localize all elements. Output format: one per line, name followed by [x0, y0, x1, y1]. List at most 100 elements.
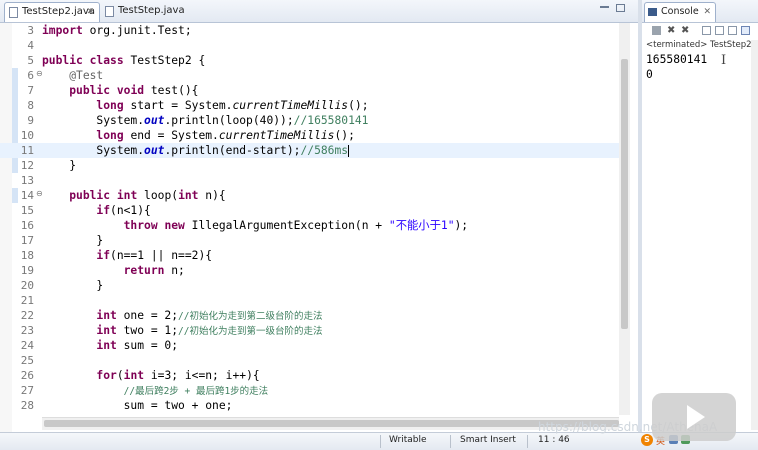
line-number: 24	[20, 339, 34, 352]
console-toolbar: ✖ ✖	[642, 23, 758, 39]
remove-all-icon[interactable]: ✖	[681, 26, 690, 36]
insert-mode-status: Smart Insert	[460, 435, 516, 445]
terminate-icon[interactable]	[652, 26, 661, 35]
line-number: 6	[27, 69, 34, 82]
cursor-position: 11 : 46	[538, 435, 570, 445]
line-number: 12	[20, 159, 34, 172]
clear-console-icon[interactable]	[702, 26, 711, 35]
console-tab-bar: Console ✕	[642, 0, 758, 23]
console-icon	[648, 8, 657, 16]
line-number: 18	[20, 249, 34, 262]
text-caret	[348, 145, 350, 157]
console-view[interactable]: Console ✕ ✖ ✖ <terminated> TestStep2 [JU…	[642, 0, 758, 432]
line-number: 13	[20, 174, 34, 187]
editor-tab-bar: TestStep2.java ✕ TestStep.java	[0, 0, 638, 23]
line-number: 4	[27, 39, 34, 52]
scroll-lock-icon[interactable]	[715, 26, 724, 35]
line-number: 9	[27, 114, 34, 127]
tab-teststep2[interactable]: TestStep2.java ✕	[4, 2, 100, 22]
code-text: throw new IllegalArgumentException(n + "…	[123, 219, 469, 232]
minimize-icon[interactable]	[600, 6, 609, 8]
code-line: 4	[0, 38, 630, 53]
text-cursor-icon: I	[721, 53, 727, 68]
pin-console-icon[interactable]	[741, 26, 750, 35]
code-text: @Test	[69, 69, 104, 82]
code-line: 24 int sum = 0;	[0, 338, 630, 353]
close-tab-icon[interactable]: ✕	[86, 3, 94, 21]
line-number: 5	[27, 54, 34, 67]
line-number: 10	[20, 129, 34, 142]
java-file-icon	[9, 7, 18, 18]
maximize-icon[interactable]	[616, 4, 625, 12]
console-tab-label: Console	[661, 6, 699, 17]
code-line: 27 //最后跨2步 + 最后跨1步的走法	[0, 383, 630, 398]
code-text: return n;	[123, 264, 185, 277]
horizontal-scroll-thumb[interactable]	[44, 420, 619, 427]
code-line: 5 public class TestStep2 {	[0, 53, 630, 68]
code-line: 28 sum = two + one;	[0, 398, 630, 413]
code-line: 7 public void test(){	[0, 83, 630, 98]
code-line: 22 int one = 2;//初始化为走到第二级台阶的走法	[0, 308, 630, 323]
line-number: 14	[20, 189, 34, 202]
code-text: import org.junit.Test;	[42, 24, 192, 37]
code-text: if(n==1 || n==2){	[96, 249, 213, 262]
code-text: System.out.println(end-start);//586ms	[96, 144, 350, 157]
code-area[interactable]: 3 import org.junit.Test; 4 5 public clas…	[0, 23, 630, 415]
code-text: }	[42, 159, 77, 172]
terminated-label: <terminated> TestStep2 [JUnit]	[646, 40, 758, 50]
code-text: //最后跨2步 + 最后跨1步的走法	[123, 386, 269, 397]
writable-status: Writable	[389, 435, 427, 445]
line-number: 17	[20, 234, 34, 247]
remove-launch-icon[interactable]: ✖	[667, 26, 676, 36]
code-line: 3 import org.junit.Test;	[0, 23, 630, 38]
code-text: public void test(){	[69, 84, 199, 97]
line-number: 3	[27, 24, 34, 37]
code-text: int sum = 0;	[96, 339, 179, 352]
line-number: 11	[20, 144, 34, 157]
line-number: 8	[27, 99, 34, 112]
code-line: 15 if(n<1){	[0, 203, 630, 218]
code-line: 21	[0, 293, 630, 308]
code-text: int one = 2;//初始化为走到第二级台阶的走法	[96, 309, 323, 322]
console-output-line: 165580141	[646, 53, 708, 66]
code-line: 23 int two = 1;//初始化为走到第一级台阶的走法	[0, 323, 630, 338]
current-code-line: 11 System.out.println(end-start);//586ms	[0, 143, 630, 158]
console-output-line: 0	[646, 68, 653, 81]
line-number: 22	[20, 309, 34, 322]
line-number: 16	[20, 219, 34, 232]
code-text: }	[42, 279, 104, 292]
java-editor[interactable]: TestStep2.java ✕ TestStep.java 3 import …	[0, 0, 638, 432]
line-number: 26	[20, 369, 34, 382]
code-text: long start = System.currentTimeMillis();	[96, 99, 369, 112]
console-scrollbar[interactable]	[751, 40, 758, 430]
code-line: 8 long start = System.currentTimeMillis(…	[0, 98, 630, 113]
code-text: if(n<1){	[96, 204, 151, 217]
line-number: 28	[20, 399, 34, 412]
code-text: public class TestStep2 {	[42, 54, 206, 67]
code-line: 9 System.out.println(loop(40));//1655801…	[0, 113, 630, 128]
java-file-icon	[105, 6, 114, 17]
line-number: 21	[20, 294, 34, 307]
code-line: 26 for(int i=3; i<=n; i++){	[0, 368, 630, 383]
code-text: for(int i=3; i<=n; i++){	[96, 369, 260, 382]
vertical-scroll-thumb[interactable]	[621, 59, 628, 329]
line-number: 20	[20, 279, 34, 292]
tab-console[interactable]: Console ✕	[644, 2, 716, 22]
sogou-ime-icon[interactable]: S	[641, 434, 653, 446]
line-number: 19	[20, 264, 34, 277]
close-tab-icon[interactable]: ✕	[703, 3, 711, 21]
code-line: 6 ⊖ @Test	[0, 68, 630, 83]
code-text: int two = 1;//初始化为走到第一级台阶的走法	[96, 324, 323, 337]
code-line: 13	[0, 173, 630, 188]
code-text: public int loop(int n){	[69, 189, 226, 202]
word-wrap-icon[interactable]	[728, 26, 737, 35]
code-text: }	[42, 234, 104, 247]
status-divider	[527, 435, 528, 448]
video-play-icon[interactable]	[652, 393, 736, 441]
code-text: System.out.println(loop(40));//165580141	[96, 114, 369, 127]
tab-label: TestStep2.java	[22, 6, 95, 17]
code-line: 12 }	[0, 158, 630, 173]
code-line: 14 ⊖ public int loop(int n){	[0, 188, 630, 203]
tab-teststep[interactable]: TestStep.java	[101, 2, 191, 22]
code-line: 17 }	[0, 233, 630, 248]
